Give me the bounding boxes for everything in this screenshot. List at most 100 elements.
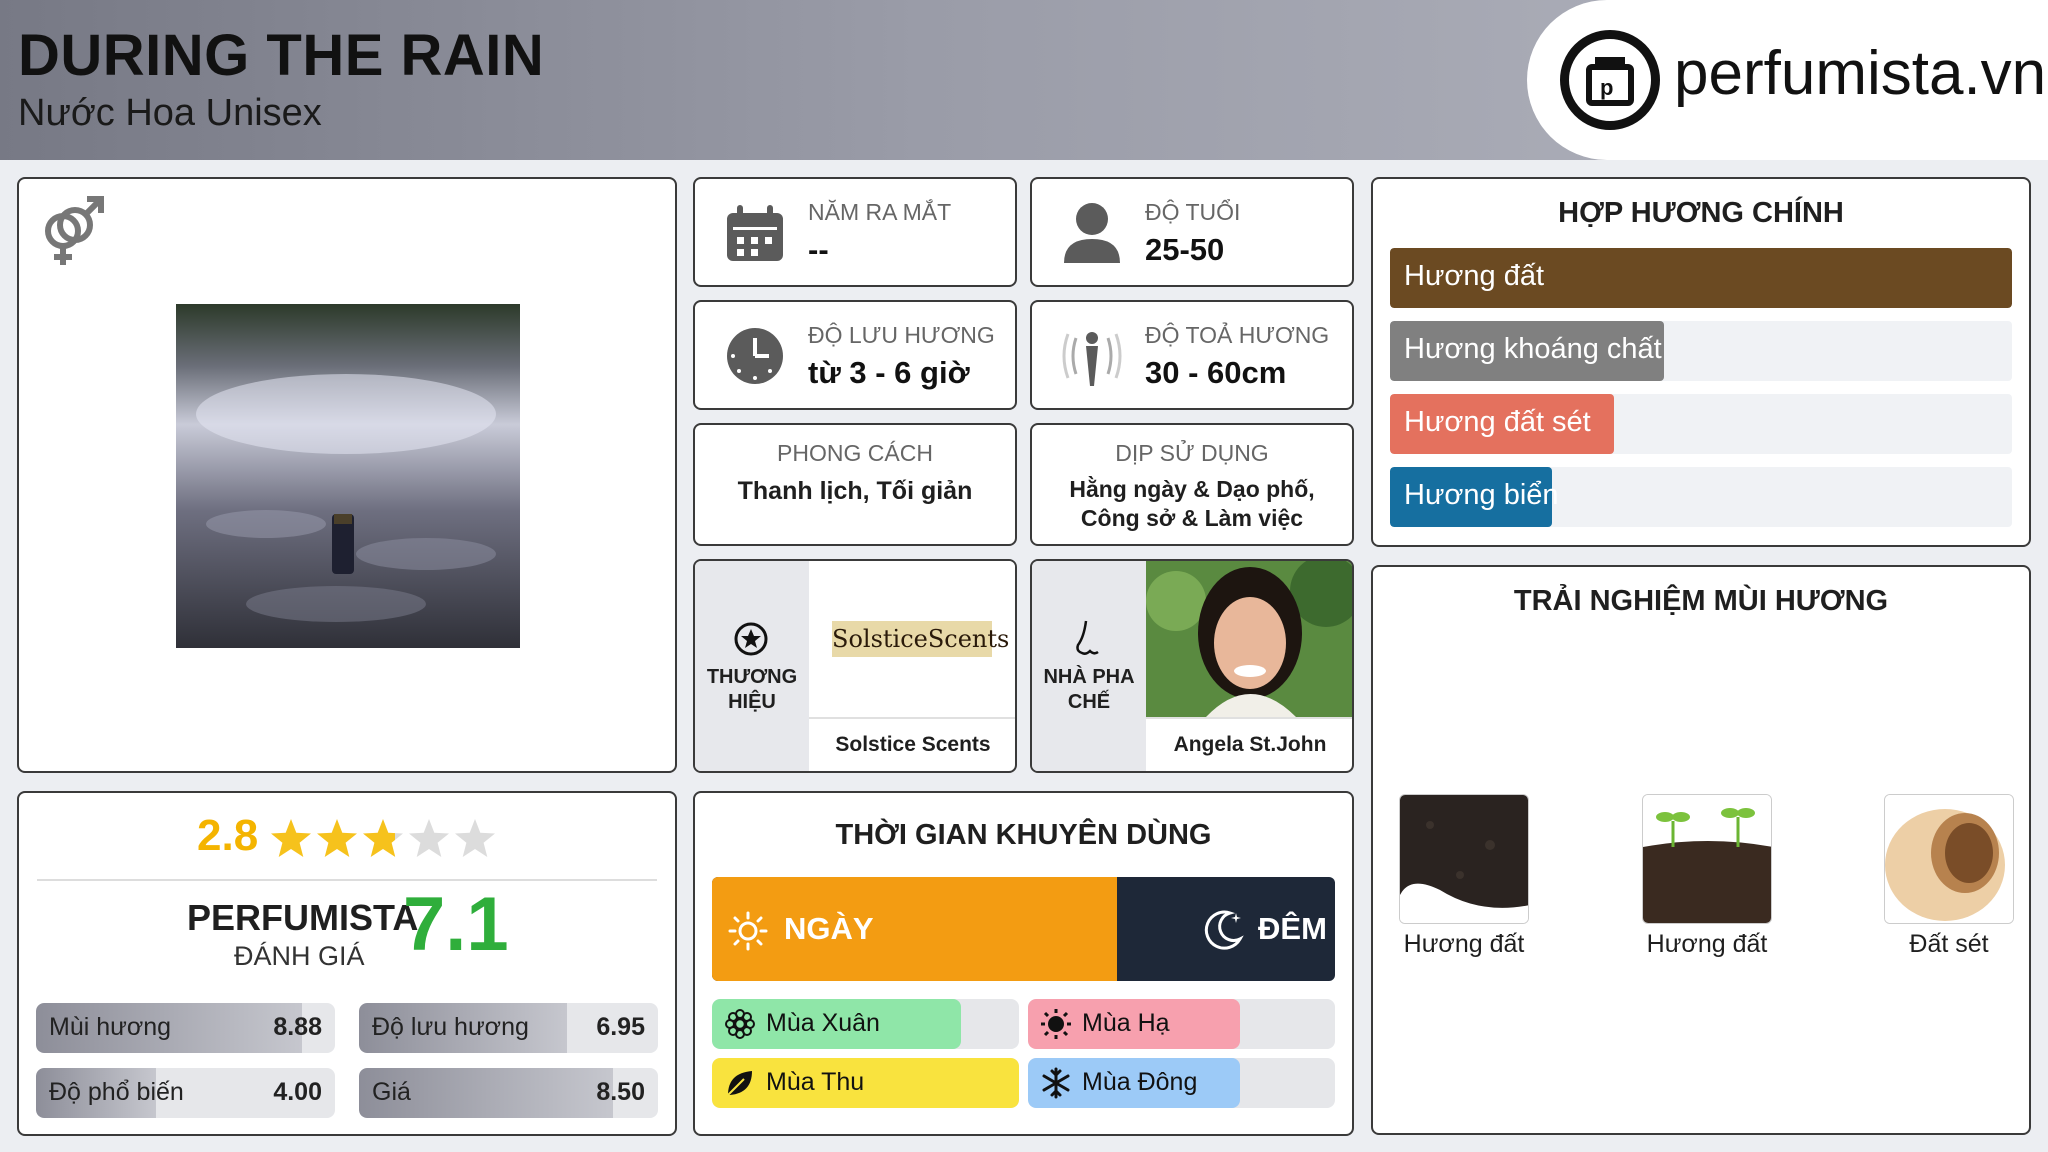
season-bar: Mùa Xuân — [712, 999, 1019, 1049]
logo-text: perfumista.vn — [1674, 39, 2047, 108]
metric-bar: Giá 8.50 — [359, 1068, 658, 1118]
longevity-value: từ 3 - 6 giờ — [808, 355, 970, 390]
accord-label: Hương biển — [1404, 479, 1559, 511]
rating-score: 2.8 — [197, 811, 259, 860]
day-label: NGÀY — [784, 911, 874, 946]
perfumista-logo-icon: p — [1560, 30, 1660, 130]
metric-value: 8.88 — [273, 1013, 322, 1041]
sillage-radiate-icon — [1062, 332, 1122, 386]
star-icon — [317, 819, 357, 857]
brand-logo: SolsticeScents — [832, 621, 1009, 657]
season-bar: Mùa Thu — [712, 1058, 1019, 1108]
accord-label: Hương đất — [1404, 260, 1545, 292]
perfume-subtitle: Nước Hoa Unisex — [18, 92, 322, 134]
star-rating — [271, 819, 495, 857]
season-label: Mùa Đông — [1082, 1068, 1198, 1096]
launch-year-tile: NĂM RA MẮT -- — [693, 177, 1017, 287]
snowflake-icon — [1040, 1067, 1072, 1099]
occasion-label: DỊP SỬ DỤNG — [1115, 440, 1269, 466]
occasion-tile: DỊP SỬ DỤNG Hằng ngày & Dạo phố, Công sở… — [1030, 423, 1354, 546]
occasion-value: Hằng ngày & Dạo phố, Công sở & Làm việc — [1069, 476, 1315, 531]
note-image-soil[interactable] — [1399, 794, 1529, 924]
metric-value: 6.95 — [596, 1013, 645, 1041]
metric-label: Mùi hương — [49, 1013, 172, 1041]
age-tile: ĐỘ TUỔI 25-50 — [1030, 177, 1354, 287]
perfumer-label: NHÀ PHA CHẾ — [1043, 666, 1135, 713]
notes-title: TRẢI NGHIỆM MÙI HƯƠNG — [1513, 585, 1889, 617]
star-badge-icon — [734, 622, 768, 656]
soil-icon — [1400, 795, 1528, 923]
perfumer-name: Angela St.John — [1173, 733, 1327, 756]
accord-row[interactable]: Hương đất — [1390, 248, 2012, 308]
longevity-tile: ĐỘ LƯU HƯƠNG từ 3 - 6 giờ — [693, 300, 1017, 410]
style-value: Thanh lịch, Tối giản — [737, 477, 973, 505]
metric-bar: Mùi hương 8.88 — [36, 1003, 335, 1053]
metric-label: Giá — [372, 1078, 411, 1106]
season-label: Mùa Hạ — [1082, 1009, 1170, 1037]
star-icon — [455, 819, 495, 857]
leaf-icon — [724, 1067, 756, 1099]
perfumista-label: PERFUMISTA — [187, 897, 419, 938]
day-fill — [712, 877, 1117, 981]
svg-text:p: p — [1600, 75, 1613, 100]
moon-icon — [1204, 910, 1244, 950]
metric-label: Độ lưu hương — [372, 1013, 529, 1041]
sun-icon — [728, 911, 768, 951]
brand-name: Solstice Scents — [835, 733, 991, 756]
brand-label: THƯƠNG HIỆU — [706, 666, 798, 713]
style-tile: PHONG CÁCH Thanh lịch, Tối giản — [693, 423, 1017, 546]
metric-value: 4.00 — [273, 1078, 322, 1106]
review-label: ĐÁNH GIÁ — [234, 941, 365, 971]
perfumista-score: 7.1 — [403, 882, 509, 967]
sprout-soil-icon — [1643, 795, 1771, 923]
launch-year-label: NĂM RA MẮT — [808, 199, 952, 225]
sun-icon — [1040, 1008, 1072, 1040]
accord-row[interactable]: Hương biển — [1390, 467, 2012, 527]
season-fill — [712, 1058, 1019, 1108]
perfume-image-card — [17, 177, 677, 773]
unisex-gender-icon — [45, 196, 104, 265]
note-label-3: Đất sét — [1909, 930, 1989, 958]
note-label-2: Hương đất — [1646, 930, 1768, 958]
sillage-tile: ĐỘ TOẢ HƯƠNG 30 - 60cm — [1030, 300, 1354, 410]
age-value: 25-50 — [1145, 232, 1225, 267]
nose-icon — [1076, 620, 1099, 655]
metric-value: 8.50 — [596, 1078, 645, 1106]
star-icon — [363, 819, 403, 857]
metric-bar: Độ lưu hương 6.95 — [359, 1003, 658, 1053]
perfumer-photo — [1146, 561, 1352, 717]
person-icon — [1064, 203, 1120, 263]
accord-row[interactable]: Hương đất sét — [1390, 394, 2012, 454]
longevity-label: ĐỘ LƯU HƯƠNG — [808, 322, 995, 348]
accord-label: Hương khoáng chất — [1404, 333, 1662, 365]
style-label: PHONG CÁCH — [777, 440, 933, 466]
accords-title: HỢP HƯƠNG CHÍNH — [1558, 197, 1844, 229]
star-icon — [271, 819, 311, 857]
season-bar: Mùa Đông — [1028, 1058, 1335, 1108]
clock-icon — [727, 328, 783, 384]
season-bar: Mùa Hạ — [1028, 999, 1335, 1049]
sillage-label: ĐỘ TOẢ HƯƠNG — [1145, 322, 1330, 348]
perfumer-tile[interactable]: NHÀ PHA CHẾ Angela St.John — [1030, 559, 1354, 773]
season-label: Mùa Xuân — [766, 1009, 880, 1037]
time-title: THỜI GIAN KHUYÊN DÙNG — [835, 819, 1212, 851]
clay-pot-icon — [1885, 795, 2013, 923]
perfume-title: DURING THE RAIN — [18, 23, 545, 88]
note-image-clay[interactable] — [1884, 794, 2014, 924]
sillage-value: 30 - 60cm — [1145, 355, 1287, 390]
accord-row[interactable]: Hương khoáng chất — [1390, 321, 2012, 381]
brand-tile[interactable]: THƯƠNG HIỆU SolsticeScents Solstice Scen… — [693, 559, 1017, 773]
launch-year-value: -- — [808, 232, 829, 267]
star-icon — [409, 819, 449, 857]
season-label: Mùa Thu — [766, 1068, 865, 1096]
age-label: ĐỘ TUỔI — [1145, 199, 1241, 225]
note-image-sprout-soil[interactable] — [1642, 794, 1772, 924]
night-label: ĐÊM — [1258, 911, 1327, 946]
flower-icon — [724, 1008, 756, 1040]
note-label-1: Hương đất — [1403, 930, 1525, 958]
accord-label: Hương đất sét — [1404, 406, 1591, 438]
calendar-icon — [727, 205, 783, 261]
metric-bar: Độ phổ biến 4.00 — [36, 1068, 335, 1118]
perfume-photo — [176, 304, 520, 648]
day-night-bar: NGÀY ĐÊM — [712, 877, 1335, 981]
